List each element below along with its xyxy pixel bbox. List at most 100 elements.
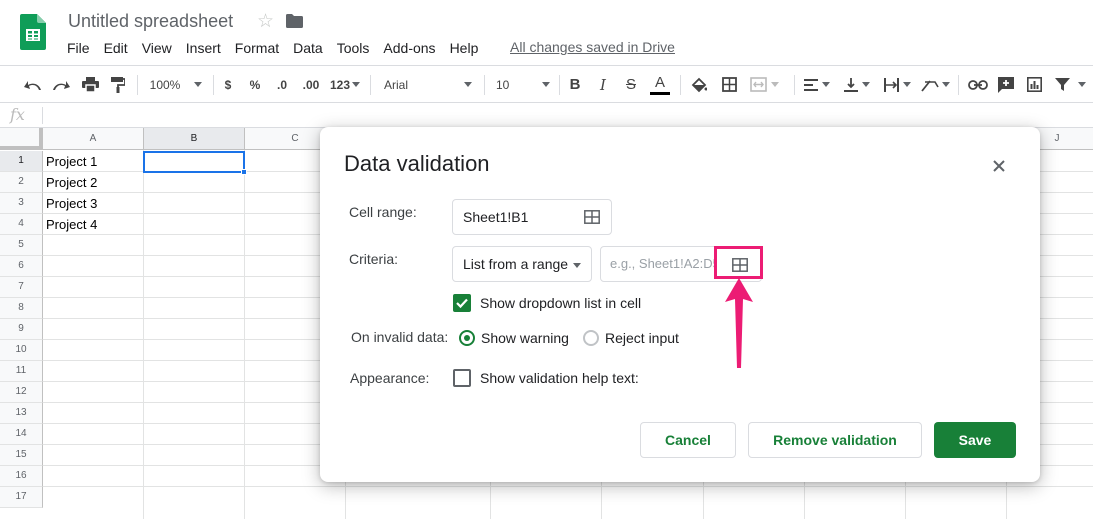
row-header-9[interactable]: 9: [0, 319, 43, 340]
criteria-select[interactable]: List from a range: [452, 246, 592, 282]
text-wrap-icon[interactable]: [880, 66, 914, 103]
remove-validation-button[interactable]: Remove validation: [748, 422, 922, 458]
bold-icon[interactable]: B: [566, 66, 584, 103]
strikethrough-icon[interactable]: S: [622, 66, 640, 103]
cell-a3[interactable]: Project 3: [46, 193, 97, 214]
insert-chart-icon[interactable]: [1023, 66, 1045, 103]
cell-range-input[interactable]: Sheet1!B1: [452, 199, 612, 235]
save-status-link[interactable]: All changes saved in Drive: [510, 39, 675, 55]
paint-format-icon[interactable]: [107, 66, 129, 103]
reject-input-radio[interactable]: [583, 330, 599, 346]
menu-edit[interactable]: Edit: [97, 38, 135, 58]
invalid-data-label: On invalid data:: [351, 329, 449, 345]
print-icon[interactable]: [79, 66, 101, 103]
row-header-5[interactable]: 5: [0, 235, 43, 256]
show-warning-label: Show warning: [481, 330, 569, 346]
filter-icon[interactable]: [1050, 66, 1090, 103]
folder-icon[interactable]: [286, 14, 303, 28]
show-warning-radio[interactable]: [459, 330, 475, 346]
row-header-14[interactable]: 14: [0, 424, 43, 445]
row-header-6[interactable]: 6: [0, 256, 43, 277]
align-horizontal-icon[interactable]: [800, 66, 834, 103]
row-header-3[interactable]: 3: [0, 193, 43, 214]
toolbar: 100% $ % .0 .00 123 Arial 10 B I S A: [0, 65, 1093, 103]
column-header-a[interactable]: A: [43, 128, 144, 150]
document-title[interactable]: Untitled spreadsheet: [68, 11, 233, 32]
show-dropdown-checkbox[interactable]: [453, 294, 471, 312]
chevron-down-icon: [1077, 82, 1086, 87]
chevron-down-icon: [194, 82, 203, 87]
italic-icon[interactable]: I: [594, 66, 612, 103]
chevron-down-icon: [770, 82, 779, 87]
fill-handle[interactable]: [241, 169, 247, 175]
menu-view[interactable]: View: [135, 38, 179, 58]
row-header-4[interactable]: 4: [0, 214, 43, 235]
menu-bar: File Edit View Insert Format Data Tools …: [60, 38, 485, 58]
cell-range-label: Cell range:: [349, 204, 417, 220]
decrease-decimal-button[interactable]: .0: [270, 66, 294, 103]
increase-decimal-button[interactable]: .00: [298, 66, 324, 103]
row-header-2[interactable]: 2: [0, 172, 43, 193]
fill-color-icon[interactable]: [688, 66, 710, 103]
redo-icon[interactable]: [50, 66, 72, 103]
row-header-16[interactable]: 16: [0, 466, 43, 487]
decrease-decimal-label: .0: [276, 77, 287, 92]
align-vertical-icon[interactable]: [840, 66, 874, 103]
chevron-down-icon: [822, 82, 830, 87]
sheets-logo-icon[interactable]: [20, 14, 46, 50]
menu-tools[interactable]: Tools: [330, 38, 377, 58]
text-color-icon[interactable]: A: [648, 66, 672, 103]
spreadsheet-app: Untitled spreadsheet ☆ File Edit View In…: [0, 0, 1093, 519]
cell-a4[interactable]: Project 4: [46, 214, 97, 235]
merge-cells-icon[interactable]: [746, 66, 782, 103]
more-formats-select[interactable]: 123: [328, 66, 362, 103]
row-header-12[interactable]: 12: [0, 382, 43, 403]
chevron-down-icon: [352, 82, 361, 87]
row-header-11[interactable]: 11: [0, 361, 43, 382]
currency-button[interactable]: $: [219, 66, 237, 103]
row-header-8[interactable]: 8: [0, 298, 43, 319]
appearance-label: Appearance:: [350, 370, 430, 386]
text-rotation-icon[interactable]: [918, 66, 952, 103]
column-header-b[interactable]: B: [144, 128, 245, 150]
help-text-checkbox[interactable]: [453, 369, 471, 387]
font-size-select[interactable]: 10: [492, 66, 554, 103]
menu-add-ons[interactable]: Add-ons: [376, 38, 442, 58]
font-select[interactable]: Arial: [380, 66, 476, 103]
column-gridline: [143, 150, 144, 519]
borders-icon[interactable]: [718, 66, 740, 103]
selected-cell-b1[interactable]: [143, 151, 245, 173]
menu-format[interactable]: Format: [228, 38, 286, 58]
chevron-down-icon: [573, 263, 581, 268]
row-header-10[interactable]: 10: [0, 340, 43, 361]
reject-input-label: Reject input: [605, 330, 679, 346]
star-icon[interactable]: ☆: [257, 10, 274, 33]
zoom-select[interactable]: 100%: [146, 66, 206, 103]
row-header-17[interactable]: 17: [0, 487, 43, 508]
close-icon[interactable]: [990, 157, 1008, 175]
row-header-7[interactable]: 7: [0, 277, 43, 298]
select-all-corner[interactable]: [0, 128, 43, 150]
cell-a1[interactable]: Project 1: [46, 151, 97, 172]
row-header-1[interactable]: 1: [0, 151, 43, 172]
more-formats-label: 123: [329, 77, 351, 92]
dialog-title: Data validation: [344, 151, 490, 176]
insert-comment-icon[interactable]: [995, 66, 1017, 103]
cell-a2[interactable]: Project 2: [46, 172, 97, 193]
undo-icon[interactable]: [22, 66, 44, 103]
menu-help[interactable]: Help: [443, 38, 486, 58]
menu-file[interactable]: File: [60, 38, 97, 58]
save-button[interactable]: Save: [934, 422, 1016, 458]
insert-link-icon[interactable]: [966, 66, 990, 103]
row-header-15[interactable]: 15: [0, 445, 43, 466]
chevron-down-icon: [542, 82, 550, 87]
select-range-icon[interactable]: [584, 210, 600, 224]
row-header-13[interactable]: 13: [0, 403, 43, 424]
menu-insert[interactable]: Insert: [179, 38, 228, 58]
formula-bar[interactable]: fx: [0, 103, 1093, 128]
formula-divider: [42, 107, 43, 124]
cancel-button[interactable]: Cancel: [640, 422, 736, 458]
menu-data[interactable]: Data: [286, 38, 330, 58]
percent-button[interactable]: %: [246, 66, 264, 103]
row-gridline: [43, 486, 1093, 487]
